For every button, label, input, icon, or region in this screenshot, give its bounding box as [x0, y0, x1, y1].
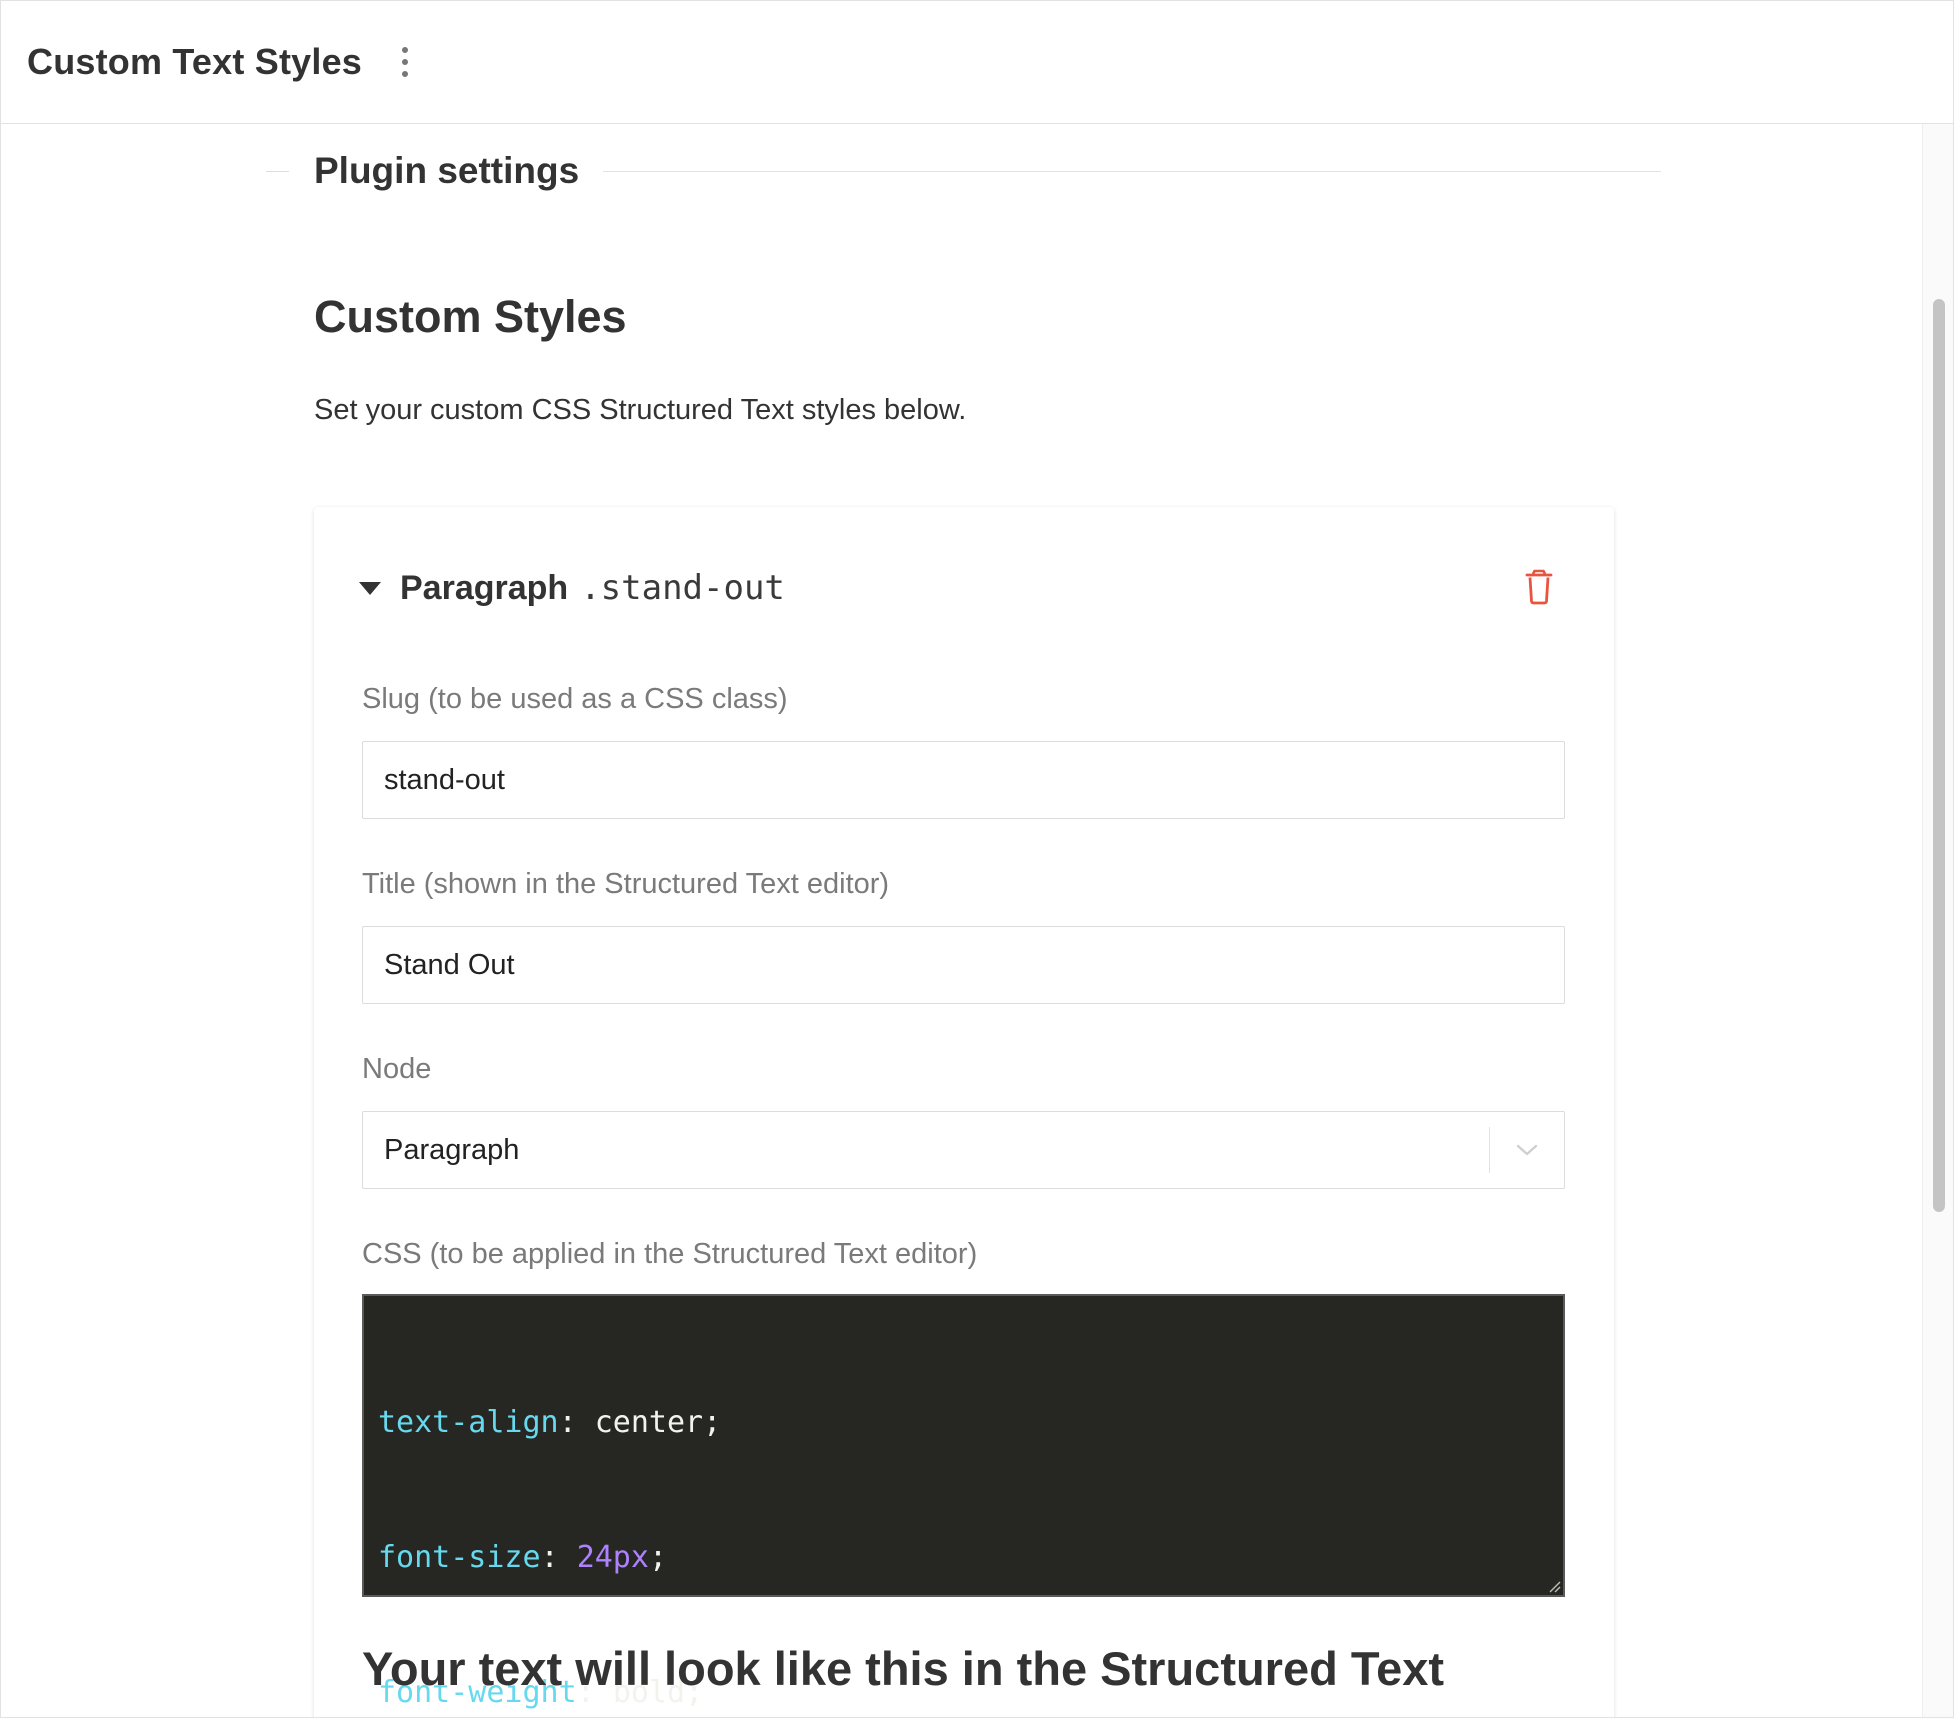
- chevron-down-icon: [1516, 1144, 1538, 1156]
- divider: [603, 170, 1661, 172]
- caret-down-icon[interactable]: [359, 581, 381, 595]
- kebab-menu-icon[interactable]: [400, 47, 410, 77]
- kebab-dot: [402, 47, 409, 53]
- app-title: Custom Text Styles: [27, 41, 363, 82]
- dropdown-toggle[interactable]: [1490, 1112, 1564, 1188]
- card-node-name: Paragraph: [400, 568, 569, 607]
- intro-text: Set your custom CSS Structured Text styl…: [314, 394, 967, 426]
- resize-handle[interactable]: [1547, 1579, 1561, 1593]
- css-label: CSS (to be applied in the Structured Tex…: [362, 1238, 978, 1270]
- kebab-dot: [402, 71, 409, 77]
- section-title: Plugin settings: [314, 150, 580, 191]
- code-line: text-align: center;: [378, 1405, 722, 1440]
- node-label: Node: [362, 1053, 432, 1085]
- preview-heading: Your text will look like this in the Str…: [362, 1642, 1445, 1695]
- scrollbar-track[interactable]: [1922, 124, 1953, 1717]
- title-input[interactable]: [362, 926, 1565, 1004]
- node-select[interactable]: Paragraph: [362, 1111, 1565, 1189]
- css-property: text-align: [378, 1405, 559, 1440]
- trash-icon: [1525, 569, 1553, 605]
- slug-input[interactable]: [362, 741, 1565, 819]
- custom-style-card: Paragraph .stand-out Slug (to be used as…: [314, 507, 1614, 1717]
- app-header: Custom Text Styles: [1, 1, 1953, 124]
- title-label: Title (shown in the Structured Text edit…: [362, 868, 890, 900]
- slug-label: Slug (to be used as a CSS class): [362, 683, 788, 715]
- css-code-editor[interactable]: text-align: center; font-size: 24px; fon…: [362, 1294, 1565, 1710]
- delete-button[interactable]: [1519, 567, 1559, 607]
- css-value: center: [594, 1405, 704, 1440]
- css-value: 24px: [576, 1540, 649, 1575]
- kebab-dot: [402, 59, 409, 65]
- css-property: font-size: [378, 1540, 541, 1575]
- card-slug: .stand-out: [580, 568, 785, 608]
- section-header: Plugin settings: [266, 141, 1661, 201]
- node-select-value: Paragraph: [384, 1133, 520, 1166]
- page-heading: Custom Styles: [314, 291, 627, 342]
- app-window: Custom Text Styles Plugin settings Custo…: [0, 0, 1954, 1718]
- code-line: font-size: 24px;: [378, 1540, 667, 1575]
- divider: [266, 170, 289, 172]
- card-header[interactable]: Paragraph .stand-out: [359, 557, 1559, 619]
- scrollbar-thumb[interactable]: [1933, 299, 1945, 1212]
